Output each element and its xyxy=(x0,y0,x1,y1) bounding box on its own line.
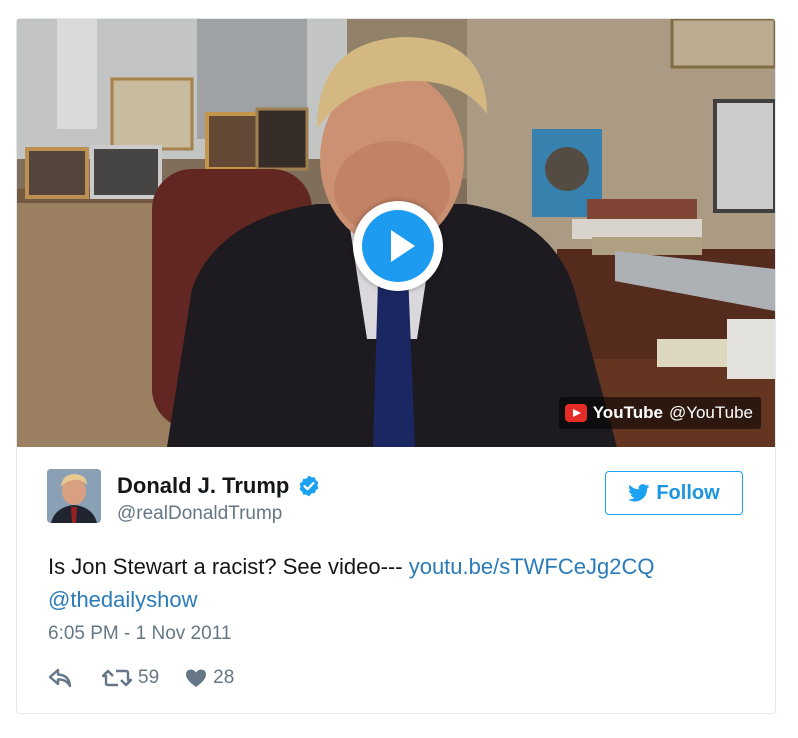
avatar-image xyxy=(47,469,101,523)
tweet-link[interactable]: youtu.be/sTWFCeJg2CQ xyxy=(409,554,655,579)
reply-button[interactable] xyxy=(48,668,72,688)
heart-icon xyxy=(186,669,207,687)
reply-icon xyxy=(48,668,72,688)
twitter-bird-icon xyxy=(628,484,650,502)
provider-name: YouTube xyxy=(592,403,663,422)
youtube-attribution[interactable]: YouTube @YouTube xyxy=(558,397,761,429)
display-name[interactable]: Donald J. Trump xyxy=(117,473,321,499)
youtube-logo-icon xyxy=(564,404,587,422)
retweet-icon xyxy=(102,669,132,687)
tweet-actions: 59 28 xyxy=(48,665,234,691)
follow-button[interactable]: Follow xyxy=(605,471,743,515)
follow-label: Follow xyxy=(656,481,720,504)
retweet-button[interactable]: 59 xyxy=(102,667,159,689)
tweet-timestamp[interactable]: 6:05 PM - 1 Nov 2011 xyxy=(48,623,231,645)
tweet-card: YouTube @YouTube Donald J. Trump @realDo… xyxy=(16,18,776,714)
video-player[interactable]: YouTube @YouTube xyxy=(17,19,775,447)
tweet-text-body: Is Jon Stewart a racist? See video--- xyxy=(48,554,409,579)
display-name-text: Donald J. Trump xyxy=(117,473,290,498)
play-button[interactable] xyxy=(353,201,443,291)
like-button[interactable]: 28 xyxy=(185,667,234,689)
avatar[interactable] xyxy=(47,469,101,523)
user-handle[interactable]: @realDonaldTrump xyxy=(117,503,282,525)
verified-badge-icon xyxy=(299,475,319,497)
like-count: 28 xyxy=(213,667,235,688)
retweet-count: 59 xyxy=(138,667,160,688)
tweet-text: Is Jon Stewart a racist? See video--- yo… xyxy=(48,550,748,616)
play-icon xyxy=(391,230,415,262)
mention-link[interactable]: @thedailyshow xyxy=(48,587,198,612)
provider-handle: @YouTube xyxy=(668,403,753,422)
